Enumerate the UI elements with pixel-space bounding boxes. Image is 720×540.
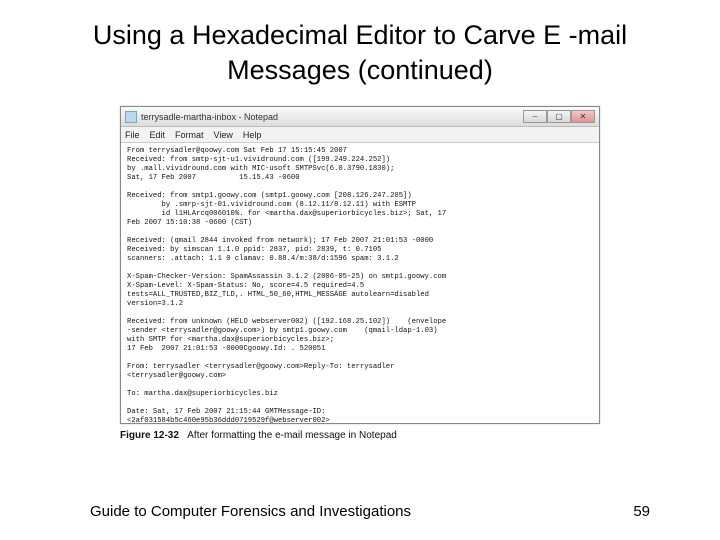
titlebar: terrysadle-martha-inbox - Notepad – ▢ ✕	[121, 107, 599, 127]
footer: Guide to Computer Forensics and Investig…	[0, 503, 720, 520]
figure-caption: Figure 12-32 After formatting the e-mail…	[120, 430, 600, 441]
menu-edit[interactable]: Edit	[150, 130, 166, 140]
figure-text: After formatting the e-mail message in N…	[187, 430, 397, 441]
slide-title: Using a Hexadecimal Editor to Carve E -m…	[0, 0, 720, 98]
window-buttons: – ▢ ✕	[523, 110, 595, 123]
page-number: 59	[633, 503, 650, 520]
notepad-icon	[125, 111, 137, 123]
menu-help[interactable]: Help	[243, 130, 262, 140]
menubar: File Edit Format View Help	[121, 127, 599, 143]
notepad-window: terrysadle-martha-inbox - Notepad – ▢ ✕ …	[120, 106, 600, 424]
minimize-button[interactable]: –	[523, 110, 547, 123]
close-button[interactable]: ✕	[571, 110, 595, 123]
text-content[interactable]: From terrysadler@qoowy.com Sat Feb 17 15…	[121, 143, 599, 423]
maximize-button[interactable]: ▢	[547, 110, 571, 123]
menu-file[interactable]: File	[125, 130, 140, 140]
menu-format[interactable]: Format	[175, 130, 204, 140]
footer-left: Guide to Computer Forensics and Investig…	[90, 503, 411, 520]
window-title: terrysadle-martha-inbox - Notepad	[141, 112, 278, 122]
figure-label: Figure 12-32	[120, 430, 179, 441]
menu-view[interactable]: View	[214, 130, 233, 140]
